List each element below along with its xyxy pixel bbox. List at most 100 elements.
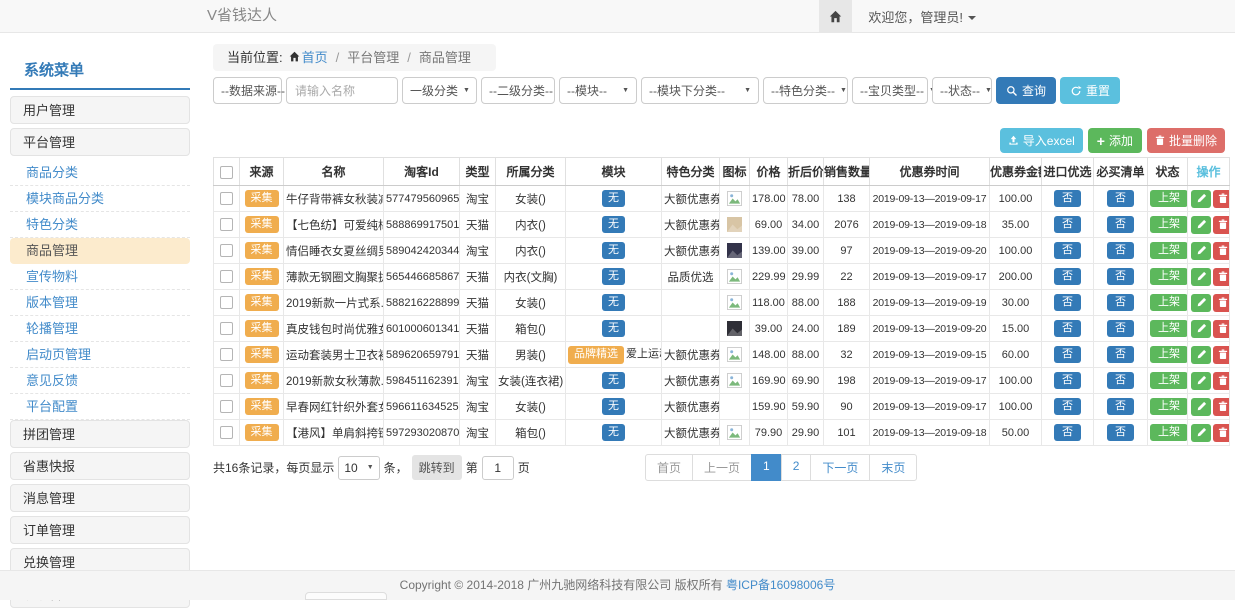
import-select-toggle[interactable]: 否 [1054, 346, 1081, 363]
status-badge[interactable]: 上架 [1150, 424, 1188, 441]
name-search-input[interactable] [286, 77, 398, 104]
jump-to-button[interactable]: 跳转到 [412, 455, 462, 480]
delete-button[interactable] [1213, 346, 1230, 364]
per-page-select[interactable]: 10▼ [338, 456, 379, 480]
sidebar-sub-item[interactable]: 轮播管理 [10, 316, 190, 342]
row-checkbox[interactable] [220, 426, 233, 439]
status-badge[interactable]: 上架 [1150, 268, 1188, 285]
must-buy-toggle[interactable]: 否 [1107, 294, 1134, 311]
row-checkbox[interactable] [220, 400, 233, 413]
status-badge[interactable]: 上架 [1150, 190, 1188, 207]
must-buy-toggle[interactable]: 否 [1107, 268, 1134, 285]
delete-button[interactable] [1213, 294, 1230, 312]
import-select-toggle[interactable]: 否 [1054, 190, 1081, 207]
must-buy-toggle[interactable]: 否 [1107, 320, 1134, 337]
reset-button[interactable]: 重置 [1060, 77, 1120, 104]
row-checkbox[interactable] [220, 296, 233, 309]
delete-button[interactable] [1213, 190, 1230, 208]
status-badge[interactable]: 上架 [1150, 320, 1188, 337]
icp-link[interactable]: 粤ICP备16098006号 [726, 578, 835, 592]
breadcrumb-home-link[interactable]: 首页 [302, 50, 328, 65]
filter-select[interactable]: --二级分类--▼ [481, 77, 555, 104]
pager-button[interactable]: 末页 [869, 454, 917, 481]
sidebar-sub-item[interactable]: 启动页管理 [10, 342, 190, 368]
row-checkbox[interactable] [220, 270, 233, 283]
pager-button[interactable]: 下一页 [810, 454, 870, 481]
sidebar-group-item[interactable]: 拼团管理 [10, 420, 190, 448]
sidebar-group-item[interactable]: 省惠快报 [10, 452, 190, 480]
must-buy-toggle[interactable]: 否 [1107, 346, 1134, 363]
filter-select[interactable]: --宝贝类型--▼ [852, 77, 928, 104]
import-excel-button[interactable]: 导入excel [1000, 128, 1083, 153]
status-badge[interactable]: 上架 [1150, 294, 1188, 311]
edit-button[interactable] [1191, 320, 1211, 338]
edit-button[interactable] [1191, 372, 1211, 390]
import-select-toggle[interactable]: 否 [1054, 398, 1081, 415]
batch-delete-button[interactable]: 批量删除 [1147, 128, 1225, 153]
add-button[interactable]: + 添加 [1088, 128, 1142, 153]
import-select-toggle[interactable]: 否 [1054, 294, 1081, 311]
delete-button[interactable] [1213, 242, 1230, 260]
must-buy-toggle[interactable]: 否 [1107, 216, 1134, 233]
search-button[interactable]: 查询 [996, 77, 1056, 104]
filter-select[interactable]: --特色分类--▼ [763, 77, 848, 104]
sidebar-group-item[interactable]: 订单管理 [10, 516, 190, 544]
row-checkbox[interactable] [220, 322, 233, 335]
sidebar-sub-item[interactable]: 模块商品分类 [10, 186, 190, 212]
delete-button[interactable] [1213, 320, 1230, 338]
delete-button[interactable] [1213, 268, 1230, 286]
page-number-input[interactable] [482, 456, 514, 480]
delete-button[interactable] [1213, 216, 1230, 234]
sidebar-sub-item[interactable]: 宣传物料 [10, 264, 190, 290]
sidebar-sub-item[interactable]: 版本管理 [10, 290, 190, 316]
sidebar-sub-item[interactable]: 商品管理 [10, 238, 190, 264]
horizontal-scrollbar-thumb[interactable] [305, 592, 387, 600]
edit-button[interactable] [1191, 268, 1211, 286]
must-buy-toggle[interactable]: 否 [1107, 190, 1134, 207]
must-buy-toggle[interactable]: 否 [1107, 424, 1134, 441]
pager-button[interactable]: 首页 [645, 454, 693, 481]
sidebar-sub-item[interactable]: 商品分类 [10, 160, 190, 186]
data-source-select[interactable]: --数据来源--▼ [213, 77, 282, 104]
import-select-toggle[interactable]: 否 [1054, 372, 1081, 389]
delete-button[interactable] [1213, 398, 1230, 416]
status-badge[interactable]: 上架 [1150, 242, 1188, 259]
filter-select[interactable]: 一级分类▼ [402, 77, 477, 104]
status-badge[interactable]: 上架 [1150, 398, 1188, 415]
must-buy-toggle[interactable]: 否 [1107, 242, 1134, 259]
select-all-checkbox[interactable] [220, 166, 233, 179]
must-buy-toggle[interactable]: 否 [1107, 398, 1134, 415]
edit-button[interactable] [1191, 346, 1211, 364]
edit-button[interactable] [1191, 242, 1211, 260]
sidebar-sub-item[interactable]: 特色分类 [10, 212, 190, 238]
edit-button[interactable] [1191, 216, 1211, 234]
row-checkbox[interactable] [220, 374, 233, 387]
pager-button[interactable]: 1 [751, 454, 782, 481]
sidebar-sub-item[interactable]: 意见反馈 [10, 368, 190, 394]
status-badge[interactable]: 上架 [1150, 346, 1188, 363]
pager-button[interactable]: 2 [781, 454, 812, 481]
sidebar-group-item[interactable]: 用户管理 [10, 96, 190, 124]
must-buy-toggle[interactable]: 否 [1107, 372, 1134, 389]
row-checkbox[interactable] [220, 244, 233, 257]
filter-select[interactable]: --模块下分类--▼ [641, 77, 759, 104]
edit-button[interactable] [1191, 398, 1211, 416]
import-select-toggle[interactable]: 否 [1054, 242, 1081, 259]
pager-button[interactable]: 上一页 [692, 454, 752, 481]
sidebar-group-item[interactable]: 消息管理 [10, 484, 190, 512]
import-select-toggle[interactable]: 否 [1054, 424, 1081, 441]
status-badge[interactable]: 上架 [1150, 216, 1188, 233]
import-select-toggle[interactable]: 否 [1054, 216, 1081, 233]
filter-select[interactable]: --模块--▼ [559, 77, 637, 104]
status-badge[interactable]: 上架 [1150, 372, 1188, 389]
welcome-user-dropdown[interactable]: 欢迎您，管理员! [852, 7, 990, 26]
filter-select[interactable]: --状态--▼ [932, 77, 992, 104]
row-checkbox[interactable] [220, 192, 233, 205]
delete-button[interactable] [1213, 424, 1230, 442]
row-checkbox[interactable] [220, 218, 233, 231]
edit-button[interactable] [1191, 190, 1211, 208]
import-select-toggle[interactable]: 否 [1054, 320, 1081, 337]
home-button[interactable] [819, 0, 852, 32]
edit-button[interactable] [1191, 294, 1211, 312]
row-checkbox[interactable] [220, 348, 233, 361]
